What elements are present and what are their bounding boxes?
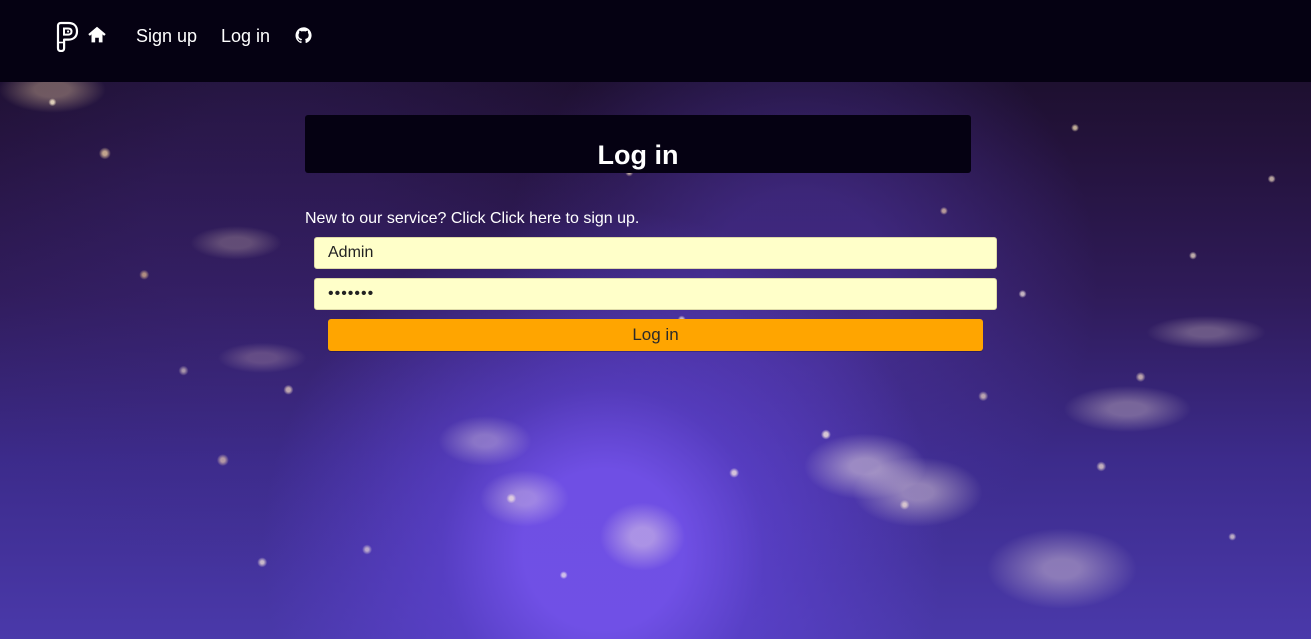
signup-prompt-prefix: New to our service? Click	[305, 210, 490, 227]
login-panel: Log in New to our service? Click Click h…	[305, 115, 997, 355]
submit-login-button[interactable]: Log in	[328, 319, 983, 351]
signup-prompt: New to our service? Click Click here to …	[305, 208, 639, 230]
signup-prompt-suffix: to sign up.	[561, 210, 640, 227]
github-icon[interactable]	[294, 26, 313, 45]
login-title-card: Log in	[305, 115, 971, 173]
signup-here-link[interactable]: Click here	[490, 210, 561, 227]
brand-logo-icon[interactable]	[53, 21, 79, 52]
password-field[interactable]	[314, 278, 997, 310]
top-navbar: Sign up Log in	[0, 0, 1311, 82]
page-title: Log in	[597, 140, 679, 171]
home-icon[interactable]	[86, 24, 108, 46]
nav-sign-up-link[interactable]: Sign up	[136, 24, 197, 48]
nav-log-in-link[interactable]: Log in	[221, 24, 270, 48]
username-field[interactable]	[314, 237, 997, 269]
